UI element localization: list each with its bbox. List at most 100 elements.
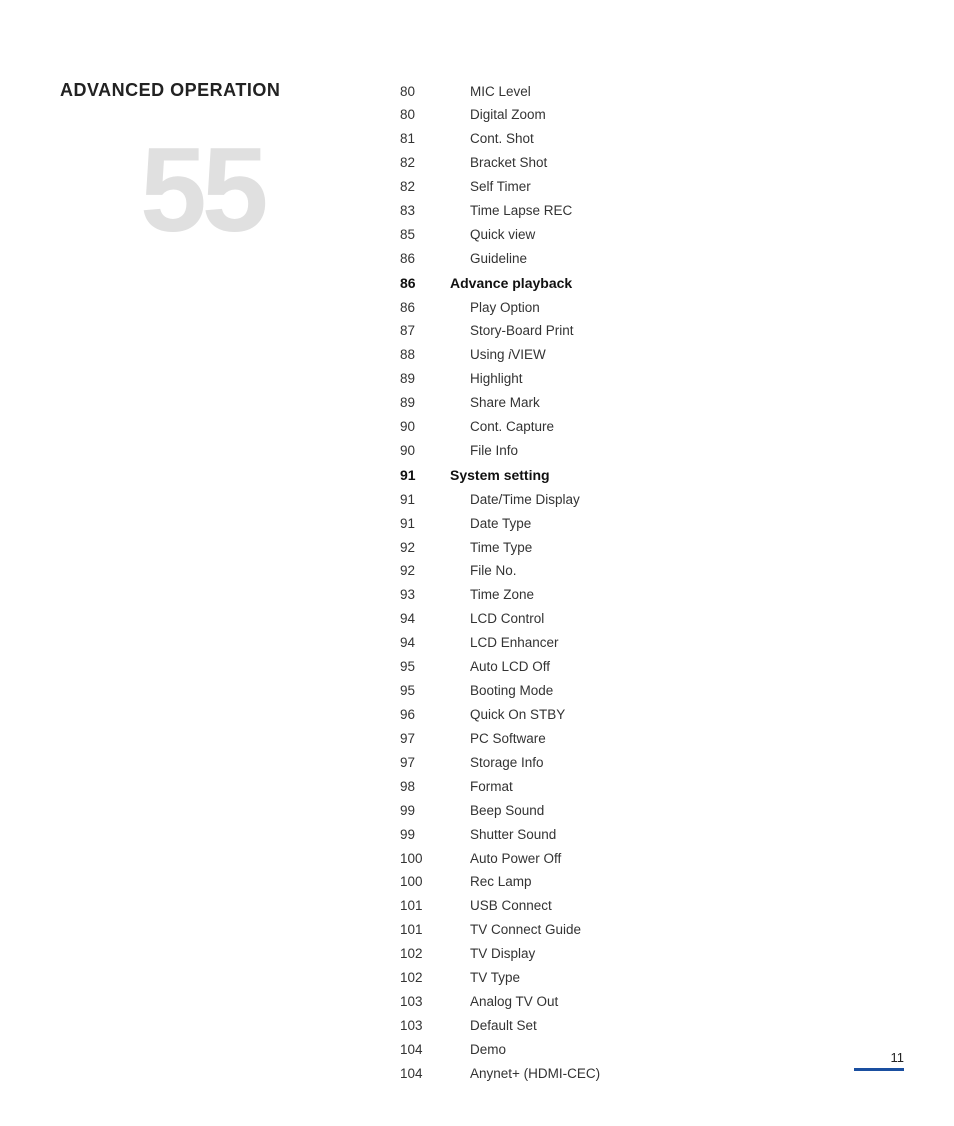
- toc-item-label: Bracket Shot: [450, 152, 894, 176]
- toc-page-num: 80: [400, 104, 450, 128]
- toc-page-num: 103: [400, 991, 450, 1015]
- toc-page-num: 93: [400, 584, 450, 608]
- toc-page-num: 99: [400, 823, 450, 847]
- page-container: ADVANCED OPERATION 55 80MIC Level80Digit…: [0, 0, 954, 1091]
- toc-page-num: 91: [400, 488, 450, 512]
- table-row: 87Story-Board Print: [400, 320, 894, 344]
- toc-page-num: 88: [400, 344, 450, 368]
- table-row: 100Auto Power Off: [400, 847, 894, 871]
- toc-page-num: 104: [400, 1062, 450, 1086]
- toc-page-num: 89: [400, 392, 450, 416]
- toc-page-num: 90: [400, 416, 450, 440]
- toc-item-label: Self Timer: [450, 176, 894, 200]
- toc-page-num: 86: [400, 271, 450, 296]
- toc-page-num: 85: [400, 224, 450, 248]
- toc-table: 80MIC Level80Digital Zoom81Cont. Shot82B…: [400, 80, 894, 1086]
- toc-page-num: 97: [400, 751, 450, 775]
- table-row: 103Analog TV Out: [400, 991, 894, 1015]
- toc-item-label: Cont. Capture: [450, 416, 894, 440]
- toc-page-num: 80: [400, 80, 450, 104]
- table-row: 82Bracket Shot: [400, 152, 894, 176]
- toc-item-label: Quick On STBY: [450, 704, 894, 728]
- content-area: ADVANCED OPERATION 55 80MIC Level80Digit…: [0, 0, 954, 1126]
- chapter-number: 55: [140, 130, 263, 250]
- toc-item-label: Story-Board Print: [450, 320, 894, 344]
- page-number: 11: [891, 1050, 905, 1065]
- toc-item-label: MIC Level: [450, 80, 894, 104]
- table-row: 89Highlight: [400, 368, 894, 392]
- toc-page-num: 86: [400, 247, 450, 271]
- table-row: 95Auto LCD Off: [400, 656, 894, 680]
- toc-page-num: 98: [400, 775, 450, 799]
- table-row: 98Format: [400, 775, 894, 799]
- toc-page-num: 95: [400, 656, 450, 680]
- toc-page-num: 94: [400, 608, 450, 632]
- toc-page-num: 101: [400, 895, 450, 919]
- table-row: 86Play Option: [400, 296, 894, 320]
- table-row: 80MIC Level: [400, 80, 894, 104]
- toc-item-label: Date/Time Display: [450, 488, 894, 512]
- table-row: 104Demo: [400, 1038, 894, 1062]
- toc-page-num: 97: [400, 727, 450, 751]
- toc-item-label: PC Software: [450, 727, 894, 751]
- toc-page-num: 100: [400, 847, 450, 871]
- table-row: 94LCD Enhancer: [400, 632, 894, 656]
- toc-page-num: 91: [400, 464, 450, 489]
- table-row: 101TV Connect Guide: [400, 919, 894, 943]
- table-row: 103Default Set: [400, 1014, 894, 1038]
- toc-item-label: Cont. Shot: [450, 128, 894, 152]
- toc-item-label: System setting: [450, 464, 894, 489]
- toc-item-label: TV Connect Guide: [450, 919, 894, 943]
- table-row: 91Date/Time Display: [400, 488, 894, 512]
- table-row: 86Guideline: [400, 247, 894, 271]
- toc-item-label: TV Type: [450, 967, 894, 991]
- page-title: ADVANCED OPERATION: [60, 80, 400, 101]
- toc-page-num: 92: [400, 560, 450, 584]
- table-row: 80Digital Zoom: [400, 104, 894, 128]
- table-row: 91Date Type: [400, 512, 894, 536]
- table-row: 102TV Display: [400, 943, 894, 967]
- toc-item-label: Time Zone: [450, 584, 894, 608]
- toc-page-num: 104: [400, 1038, 450, 1062]
- toc-item-label: Rec Lamp: [450, 871, 894, 895]
- table-row: 97PC Software: [400, 727, 894, 751]
- toc-page-num: 102: [400, 967, 450, 991]
- table-row: 96Quick On STBY: [400, 704, 894, 728]
- toc-item-label: Play Option: [450, 296, 894, 320]
- toc-item-label: Analog TV Out: [450, 991, 894, 1015]
- toc-page-num: 95: [400, 680, 450, 704]
- toc-item-label: Default Set: [450, 1014, 894, 1038]
- table-row: 91System setting: [400, 464, 894, 489]
- table-row: 86Advance playback: [400, 271, 894, 296]
- toc-page-num: 101: [400, 919, 450, 943]
- table-row: 90Cont. Capture: [400, 416, 894, 440]
- toc-page-num: 87: [400, 320, 450, 344]
- toc-page-num: 92: [400, 536, 450, 560]
- toc-item-label: Guideline: [450, 247, 894, 271]
- toc-page-num: 81: [400, 128, 450, 152]
- toc-page-num: 82: [400, 176, 450, 200]
- toc-item-label: Using iVIEW: [450, 344, 894, 368]
- toc-item-label: LCD Enhancer: [450, 632, 894, 656]
- toc-item-label: Storage Info: [450, 751, 894, 775]
- toc-item-label: Time Type: [450, 536, 894, 560]
- toc-item-label: Beep Sound: [450, 799, 894, 823]
- toc-item-label: Share Mark: [450, 392, 894, 416]
- toc-item-label: Date Type: [450, 512, 894, 536]
- toc-item-label: Advance playback: [450, 271, 894, 296]
- toc-item-label: Digital Zoom: [450, 104, 894, 128]
- table-row: 90File Info: [400, 440, 894, 464]
- toc-item-label: Shutter Sound: [450, 823, 894, 847]
- toc-page-num: 96: [400, 704, 450, 728]
- toc-page-num: 83: [400, 200, 450, 224]
- toc-item-label: Demo: [450, 1038, 894, 1062]
- toc-page-num: 90: [400, 440, 450, 464]
- table-row: 100Rec Lamp: [400, 871, 894, 895]
- table-row: 99Shutter Sound: [400, 823, 894, 847]
- table-row: 104Anynet+ (HDMI-CEC): [400, 1062, 894, 1086]
- toc-item-label: Anynet+ (HDMI-CEC): [450, 1062, 894, 1086]
- table-row: 94LCD Control: [400, 608, 894, 632]
- toc-page-num: 100: [400, 871, 450, 895]
- left-section: ADVANCED OPERATION 55: [60, 80, 400, 1086]
- table-row: 85Quick view: [400, 224, 894, 248]
